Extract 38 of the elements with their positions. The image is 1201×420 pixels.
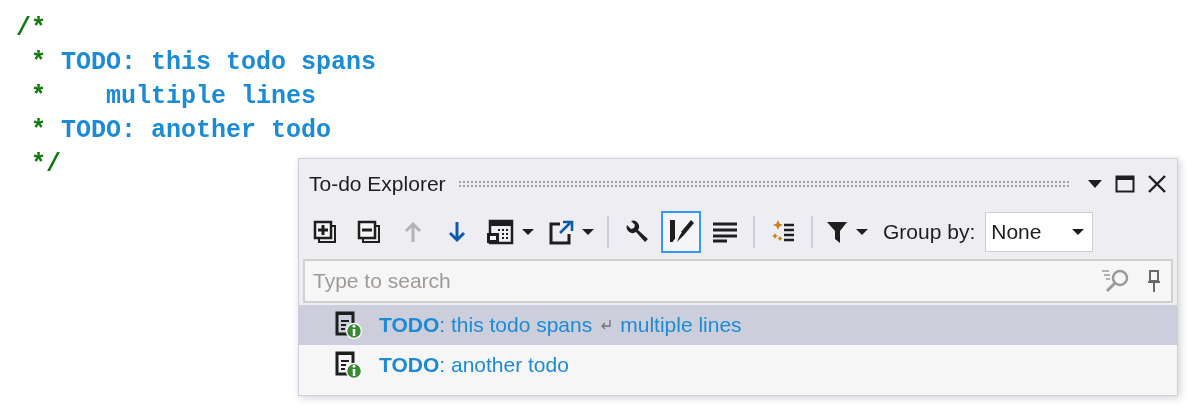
expand-all-icon[interactable] [313, 220, 337, 244]
todo-item[interactable]: TODO: this todo spans multiple lines [299, 305, 1177, 345]
pin-icon[interactable] [1147, 269, 1161, 293]
code-todo: TODO: this todo spans [61, 48, 377, 77]
code-comment: * [30, 116, 47, 145]
todo-item[interactable]: TODO: another todo [299, 345, 1177, 385]
search-field[interactable]: Type to search [303, 259, 1173, 303]
code-comment: /* [16, 14, 46, 43]
todo-text: TODO: this todo spans [379, 313, 593, 337]
caret-icon[interactable] [582, 228, 594, 236]
caret-icon[interactable] [1072, 228, 1085, 236]
group-by-label: Group by: [883, 220, 976, 244]
line-break-icon [600, 319, 613, 331]
search-options-icon[interactable] [1101, 268, 1131, 294]
maximize-icon[interactable] [1115, 175, 1135, 193]
todo-text: multiple lines [620, 313, 742, 337]
code-comment: * [30, 82, 47, 111]
caret-icon[interactable] [522, 228, 534, 236]
group-by-dropdown[interactable]: None [985, 212, 1094, 252]
wrench-icon[interactable] [624, 219, 650, 245]
collapse-all-icon[interactable] [357, 220, 381, 244]
todo-text: TODO: another todo [379, 353, 569, 377]
export-icon[interactable] [548, 219, 574, 245]
todo-info-icon [335, 311, 363, 339]
drag-grip[interactable] [457, 180, 1069, 188]
code-todo: TODO: another todo [61, 116, 332, 145]
caret-icon[interactable] [856, 228, 868, 236]
code-comment: * [30, 48, 47, 77]
calendar-icon[interactable] [486, 219, 514, 245]
code-todo: multiple lines [106, 82, 317, 111]
panel-title: To-do Explorer [309, 172, 446, 196]
todo-info-icon [335, 351, 363, 379]
code-comment: */ [30, 150, 61, 179]
lines-icon[interactable] [711, 220, 739, 244]
filter-icon[interactable] [826, 220, 848, 244]
toolbar-button[interactable] [661, 211, 701, 253]
caret-icon[interactable] [1087, 179, 1103, 189]
close-icon[interactable] [1147, 174, 1167, 194]
